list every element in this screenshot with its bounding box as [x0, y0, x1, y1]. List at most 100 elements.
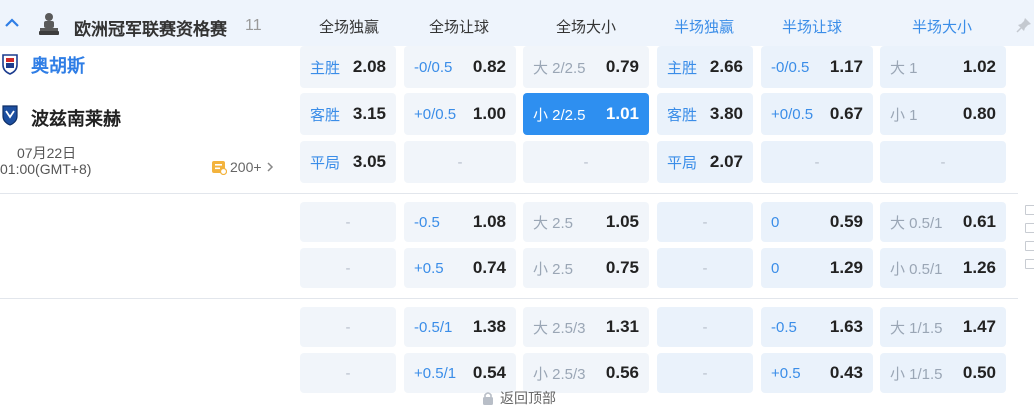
- odds-value: 0.80: [962, 104, 996, 123]
- odds-value: 0.67: [829, 104, 863, 123]
- star-icon[interactable]: [1025, 205, 1034, 215]
- away-team-name[interactable]: 波兹南莱赫: [31, 105, 121, 131]
- odds-line: 0: [771, 259, 780, 277]
- odds-cell-empty: -: [300, 248, 396, 288]
- odds-line: 客胜: [667, 106, 698, 124]
- column-header-full-total: 全场大小: [555, 19, 616, 36]
- odds-value: 3.80: [709, 104, 743, 123]
- chart-icon[interactable]: [1025, 241, 1034, 251]
- odds-cell[interactable]: 大 2.5/3 1.31: [523, 307, 649, 347]
- info-icon[interactable]: [1025, 259, 1034, 269]
- odds-cell[interactable]: +0.5 0.74: [404, 248, 516, 288]
- odds-line: +0/0.5: [414, 105, 457, 123]
- odds-line: 小 1: [890, 106, 918, 124]
- chevron-right-icon: [267, 162, 273, 172]
- odds-cell[interactable]: 小 2.5 0.75: [523, 248, 649, 288]
- odds-value: 2.66: [709, 57, 743, 76]
- odds-value: 0.50: [962, 363, 996, 382]
- pin-icon[interactable]: [1025, 223, 1034, 233]
- back-to-top-button[interactable]: 返回顶部: [482, 388, 556, 408]
- odds-value: 1.01: [605, 104, 639, 123]
- lock-icon: [483, 392, 493, 405]
- odds-cell-empty: -: [523, 141, 649, 183]
- odds-value: 1.29: [829, 258, 863, 277]
- home-team-name[interactable]: 奥胡斯: [31, 52, 85, 78]
- odds-line: 大 1/1.5: [890, 319, 943, 337]
- odds-line: +0.5: [771, 364, 801, 382]
- odds-cell[interactable]: +0.5 0.43: [761, 353, 873, 393]
- trophy-icon: [39, 13, 59, 35]
- column-header-full-handicap: 全场让球: [428, 19, 489, 36]
- column-header-half-handicap: 半场让球: [781, 19, 842, 36]
- odds-cell[interactable]: 主胜 2.08: [300, 46, 396, 88]
- odds-value: 2.08: [352, 57, 386, 76]
- odds-value: 0.79: [605, 57, 639, 76]
- odds-line: +0.5/1: [414, 364, 457, 382]
- column-header-half-total: 半场大小: [911, 19, 972, 36]
- odds-cell[interactable]: 大 0.5/1 0.61: [880, 202, 1006, 242]
- market-icon: [212, 161, 227, 175]
- more-markets-count: 200+: [230, 159, 262, 175]
- odds-line: 大 0.5/1: [890, 214, 943, 232]
- odds-cell[interactable]: 平局 2.07: [657, 141, 753, 183]
- odds-cell[interactable]: 小 2/2.5 1.01: [523, 93, 649, 135]
- odds-cell[interactable]: -0.5 1.08: [404, 202, 516, 242]
- odds-line: +0/0.5: [771, 105, 814, 123]
- odds-cell[interactable]: 大 2/2.5 0.79: [523, 46, 649, 88]
- odds-line: 大 1: [890, 59, 918, 77]
- odds-value: 0.43: [829, 363, 863, 382]
- odds-cell-empty: -: [300, 353, 396, 393]
- odds-cell[interactable]: +0/0.5 1.00: [404, 93, 516, 135]
- odds-cell-empty: -: [761, 141, 873, 183]
- odds-line: 小 0.5/1: [890, 260, 943, 278]
- odds-cell[interactable]: -0.5/1 1.38: [404, 307, 516, 347]
- odds-line: -0/0.5: [414, 58, 453, 76]
- odds-line: -0/0.5: [771, 58, 810, 76]
- league-match-count: 11: [245, 17, 262, 34]
- column-header-half-1x2: 半场独赢: [673, 19, 734, 36]
- odds-value: 1.26: [962, 258, 996, 277]
- odds-value: 1.31: [605, 317, 639, 336]
- odds-value: 0.74: [472, 258, 506, 277]
- odds-cell[interactable]: 平局 3.05: [300, 141, 396, 183]
- odds-value: 1.08: [472, 212, 506, 231]
- odds-cell[interactable]: 大 1/1.5 1.47: [880, 307, 1006, 347]
- league-name[interactable]: 欧洲冠军联赛资格赛: [74, 15, 227, 40]
- team-crest-icon: [2, 54, 18, 75]
- odds-value: 1.00: [472, 104, 506, 123]
- odds-cell[interactable]: 0 0.59: [761, 202, 873, 242]
- odds-cell[interactable]: 客胜 3.80: [657, 93, 753, 135]
- odds-value: 1.47: [962, 317, 996, 336]
- odds-line: 客胜: [310, 106, 341, 124]
- odds-value: 3.15: [352, 104, 386, 123]
- odds-cell[interactable]: 0 1.29: [761, 248, 873, 288]
- odds-value: 0.59: [829, 212, 863, 231]
- odds-cell[interactable]: -0/0.5 0.82: [404, 46, 516, 88]
- odds-cell[interactable]: 主胜 2.66: [657, 46, 753, 88]
- odds-line: 大 2.5: [533, 214, 574, 232]
- odds-cell[interactable]: +0/0.5 0.67: [761, 93, 873, 135]
- odds-cell[interactable]: 客胜 3.15: [300, 93, 396, 135]
- odds-line: 0: [771, 213, 780, 231]
- more-markets-link[interactable]: 200+: [211, 158, 275, 176]
- odds-line: 主胜: [667, 59, 698, 77]
- odds-cell[interactable]: 小 0.5/1 1.26: [880, 248, 1006, 288]
- odds-cell[interactable]: 小 1/1.5 0.50: [880, 353, 1006, 393]
- odds-cell[interactable]: -0.5 1.63: [761, 307, 873, 347]
- odds-cell[interactable]: +0.5/1 0.54: [404, 353, 516, 393]
- odds-cell[interactable]: -0/0.5 1.17: [761, 46, 873, 88]
- column-header-full-1x2: 全场独赢: [318, 19, 379, 36]
- odds-cell[interactable]: 大 2.5 1.05: [523, 202, 649, 242]
- odds-cell[interactable]: 小 1 0.80: [880, 93, 1006, 135]
- odds-cell-empty: -: [657, 307, 753, 347]
- match-date: 07月22日: [17, 145, 77, 161]
- pin-icon[interactable]: [1016, 17, 1032, 33]
- odds-value: 0.61: [962, 212, 996, 231]
- chevron-up-icon[interactable]: [3, 14, 21, 32]
- odds-cell-empty: -: [657, 248, 753, 288]
- odds-line: -0.5: [771, 318, 797, 336]
- odds-value: 3.05: [352, 152, 386, 171]
- odds-line: 小 2.5: [533, 260, 574, 278]
- odds-cell[interactable]: 小 2.5/3 0.56: [523, 353, 649, 393]
- odds-cell[interactable]: 大 1 1.02: [880, 46, 1006, 88]
